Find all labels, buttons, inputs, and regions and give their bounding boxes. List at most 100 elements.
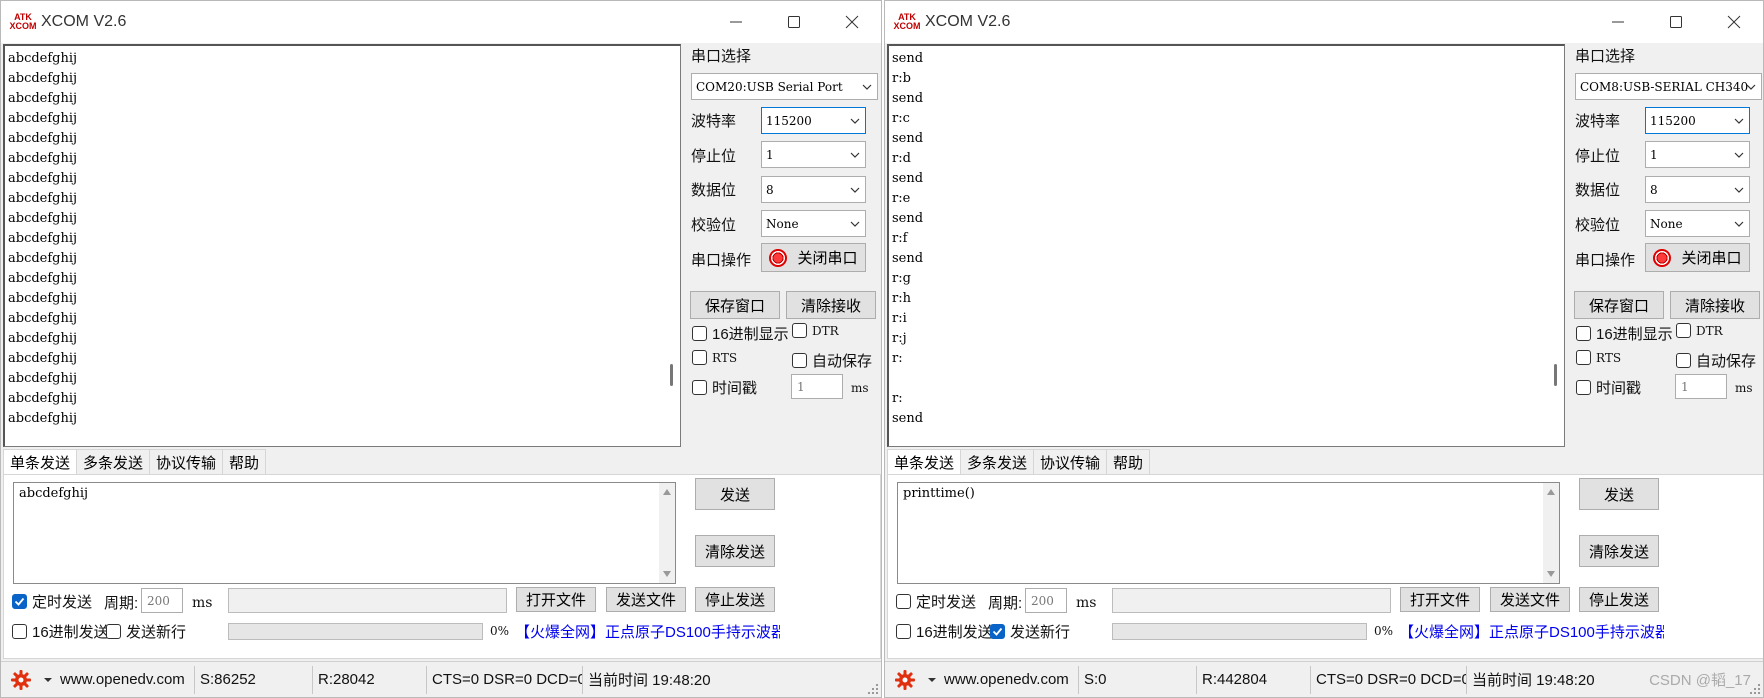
auto-save-checkbox[interactable]: 自动保存 [792,350,872,371]
clear-send-button[interactable]: 清除发送 [1579,535,1659,567]
send-input[interactable]: abcdefghij [13,482,676,584]
line-status: CTS=0 DSR=0 DCD=0 [427,665,583,694]
rts-checkbox[interactable]: RTS [692,350,737,365]
port-select[interactable]: COM20:USB Serial Port [691,73,878,100]
resize-grip-icon[interactable] [867,683,879,695]
send-panel: printtime() 发送 清除发送 定时发送 周期: 200 ms 打开文件… [887,474,1763,659]
tab-help[interactable]: 帮助 [223,449,267,474]
port-select[interactable]: COM8:USB-SERIAL CH340 [1575,73,1762,100]
send-newline-checkbox[interactable]: 发送新行 [990,621,1070,642]
timestamp-unit: ms [1735,381,1753,395]
settings-dropdown-icon[interactable] [41,666,55,694]
gear-icon[interactable] [1,666,41,694]
stopbit-select[interactable]: 1 [761,141,866,168]
send-newline-checkbox[interactable]: 发送新行 [106,621,186,642]
close-icon[interactable] [823,1,881,43]
maximize-icon[interactable] [1647,1,1705,43]
chevron-down-icon [850,152,860,158]
chevron-down-icon [850,187,860,193]
port-op-label: 串口操作 [691,252,752,269]
parity-select[interactable]: None [1645,210,1750,237]
receive-scrollbar[interactable] [664,46,680,446]
progress-percent: 0% [490,624,510,638]
timestamp-interval-input[interactable]: 1 [791,374,843,399]
red-led-icon [769,248,788,267]
clear-receive-button[interactable]: 清除接收 [786,291,876,319]
minimize-icon[interactable] [707,1,765,43]
stopbit-select[interactable]: 1 [1645,141,1750,168]
tab-protocol[interactable]: 协议传输 [150,449,224,474]
dtr-checkbox[interactable]: DTR [1676,323,1723,338]
title-bar[interactable]: ATK XCOM XCOM V2.6 [885,1,1763,43]
ad-link[interactable]: 【火爆全网】正点原子DS100手持示波器上市 [1399,621,1664,642]
tab-multi-send[interactable]: 多条发送 [77,449,151,474]
timed-send-checkbox[interactable]: 定时发送 [12,591,92,612]
line-status: CTS=0 DSR=0 DCD=0 [1311,665,1467,694]
send-button[interactable]: 发送 [1579,478,1659,510]
period-label: 周期: [104,595,139,612]
title-bar[interactable]: ATK XCOM XCOM V2.6 [1,1,881,43]
period-input[interactable]: 200 [1025,588,1067,613]
hex-display-checkbox[interactable]: 16进制显示 [692,323,789,344]
send-scrollbar[interactable] [1543,483,1559,583]
hex-send-checkbox[interactable]: 16进制发送 [12,621,109,642]
clear-send-button[interactable]: 清除发送 [695,535,775,567]
hex-send-checkbox[interactable]: 16进制发送 [896,621,993,642]
tab-protocol[interactable]: 协议传输 [1034,449,1108,474]
send-scrollbar[interactable] [659,483,675,583]
tab-help[interactable]: 帮助 [1107,449,1151,474]
close-icon[interactable] [1705,1,1763,43]
scroll-down-icon[interactable] [1546,569,1556,579]
send-button[interactable]: 发送 [695,478,775,510]
baud-select[interactable]: 115200 [1645,107,1750,134]
baud-select[interactable]: 115200 [761,107,866,134]
save-window-button[interactable]: 保存窗口 [1574,291,1664,319]
minimize-icon[interactable] [1589,1,1647,43]
receive-scrollbar[interactable] [1548,46,1564,446]
settings-dropdown-icon[interactable] [925,666,939,694]
timestamp-interval-input[interactable]: 1 [1675,374,1727,399]
dtr-checkbox[interactable]: DTR [792,323,839,338]
open-file-button[interactable]: 打开文件 [516,587,596,612]
ad-link[interactable]: 【火爆全网】正点原子DS100手持示波器上市 [515,621,780,642]
timestamp-checkbox[interactable]: 时间戳 [692,377,757,398]
file-path-input[interactable] [1112,588,1391,613]
scroll-up-icon[interactable] [1546,487,1556,497]
send-input[interactable]: printtime() [897,482,1560,584]
rts-checkbox[interactable]: RTS [1576,350,1621,365]
chevron-down-icon [1734,152,1744,158]
port-label: 串口选择 [1575,48,1636,65]
period-input[interactable]: 200 [141,588,183,613]
clear-receive-button[interactable]: 清除接收 [1670,291,1760,319]
close-port-button[interactable]: 关闭串口 [1645,243,1750,272]
receive-area[interactable]: abcdefghij abcdefghij abcdefghij abcdefg… [3,44,681,447]
stop-send-button[interactable]: 停止发送 [1579,587,1659,612]
hex-display-checkbox[interactable]: 16进制显示 [1576,323,1673,344]
gear-icon[interactable] [885,666,925,694]
parity-label: 校验位 [1575,217,1621,234]
receive-area[interactable]: send r:b send r:c send r:d send r:e send… [887,44,1565,447]
tab-single-send[interactable]: 单条发送 [887,449,962,474]
save-window-button[interactable]: 保存窗口 [690,291,780,319]
close-port-button[interactable]: 关闭串口 [761,243,866,272]
timestamp-checkbox[interactable]: 时间戳 [1576,377,1641,398]
auto-save-checkbox[interactable]: 自动保存 [1676,350,1756,371]
maximize-icon[interactable] [765,1,823,43]
website-link[interactable]: www.openedv.com [55,665,195,694]
send-file-button[interactable]: 发送文件 [606,587,686,612]
scroll-up-icon[interactable] [662,487,672,497]
open-file-button[interactable]: 打开文件 [1400,587,1480,612]
file-path-input[interactable] [228,588,507,613]
timed-send-checkbox[interactable]: 定时发送 [896,591,976,612]
send-file-button[interactable]: 发送文件 [1490,587,1570,612]
tab-multi-send[interactable]: 多条发送 [961,449,1035,474]
parity-select[interactable]: None [761,210,866,237]
scroll-down-icon[interactable] [662,569,672,579]
databit-select[interactable]: 8 [1645,176,1750,203]
website-link[interactable]: www.openedv.com [939,665,1079,694]
databit-select[interactable]: 8 [761,176,866,203]
tab-single-send[interactable]: 单条发送 [3,449,78,474]
stop-send-button[interactable]: 停止发送 [695,587,775,612]
chevron-down-icon [1734,118,1744,124]
progress-percent: 0% [1374,624,1394,638]
